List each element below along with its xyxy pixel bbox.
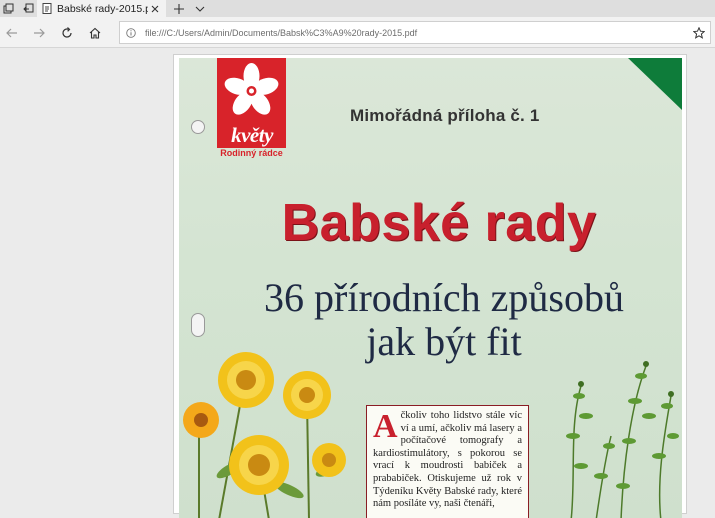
tab-back-icon[interactable] xyxy=(20,0,37,17)
tab-title: Babské rady-2015.pdf xyxy=(57,2,148,15)
tab-preview-icon[interactable] xyxy=(0,0,17,17)
logo-brand: květy xyxy=(231,123,273,147)
address-bar[interactable]: file:///C:/Users/Admin/Documents/Babsk%C… xyxy=(119,21,711,44)
back-arrow-icon[interactable] xyxy=(3,24,21,42)
plus-icon[interactable] xyxy=(171,0,187,17)
yellow-flowers-illustration xyxy=(183,352,346,518)
page-scan: květy Rodinný rádce Mimořádná příloha č.… xyxy=(179,58,682,518)
pdf-viewer[interactable]: květy Rodinný rádce Mimořádná příloha č.… xyxy=(0,48,715,518)
logo-subtitle: Rodinný rádce xyxy=(220,148,283,158)
close-icon[interactable] xyxy=(148,2,162,16)
article-dropcap: A xyxy=(373,408,398,445)
navigation-bar: file:///C:/Users/Admin/Documents/Babsk%C… xyxy=(0,17,715,48)
url-text[interactable]: file:///C:/Users/Admin/Documents/Babsk%C… xyxy=(145,28,688,38)
info-icon[interactable] xyxy=(120,27,142,38)
chevron-down-icon[interactable] xyxy=(192,0,208,17)
home-icon[interactable] xyxy=(86,24,104,42)
flower-icon xyxy=(224,63,279,115)
pdf-page: květy Rodinný rádce Mimořádná příloha č.… xyxy=(173,54,687,518)
star-icon[interactable] xyxy=(688,26,710,39)
tab-active[interactable]: Babské rady-2015.pdf xyxy=(37,0,166,17)
kvety-logo: květy Rodinný rádce xyxy=(217,58,286,162)
corner-ribbon xyxy=(628,58,682,110)
subtitle-line-1: 36 přírodních způsobů xyxy=(264,275,624,320)
refresh-icon[interactable] xyxy=(58,24,76,42)
punch-hole-long xyxy=(191,313,205,337)
punch-hole xyxy=(191,120,205,134)
article-intro: Ačkoliv toho lidstvo stále víc ví a umí,… xyxy=(366,405,529,518)
pdf-file-icon xyxy=(42,3,52,14)
main-title: Babské rady xyxy=(281,194,597,252)
supplement-label: Mimořádná příloha č. 1 xyxy=(350,106,540,125)
herbs-illustration xyxy=(566,361,679,518)
forward-arrow-icon[interactable] xyxy=(30,24,48,42)
